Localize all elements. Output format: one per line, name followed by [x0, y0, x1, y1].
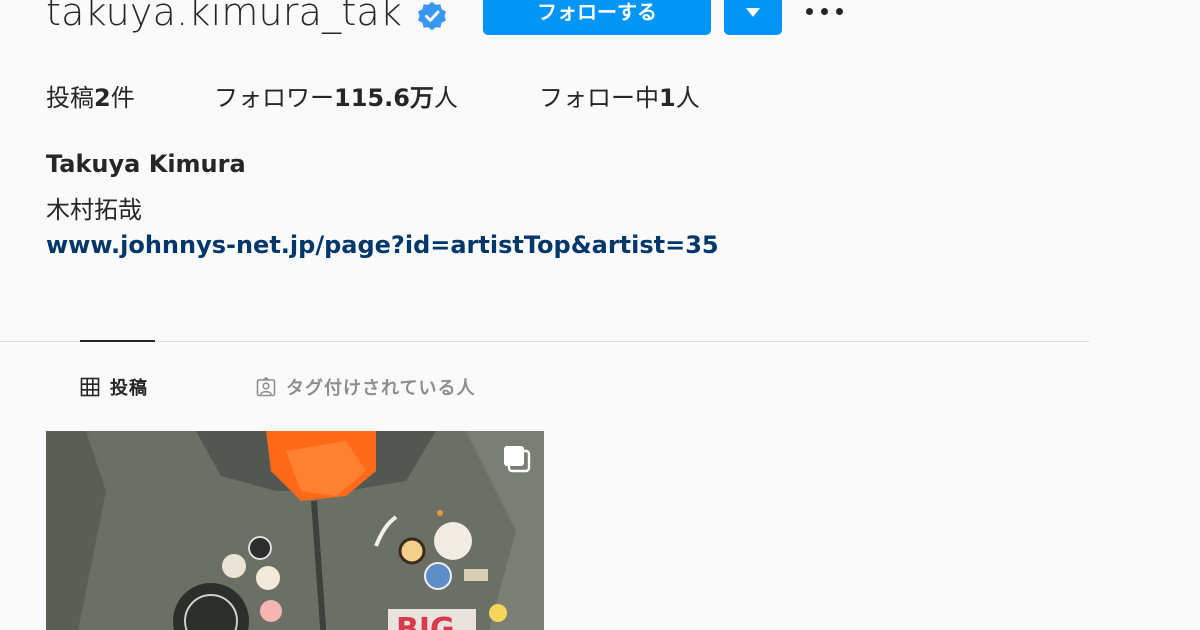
tab-posts-label: 投稿 [110, 378, 148, 399]
posts-count-suffix: 件 [110, 84, 135, 112]
suggested-dropdown-button[interactable] [724, 0, 782, 35]
multiple-images-icon [504, 446, 531, 473]
posts-count-stat[interactable]: 投稿2件 [46, 78, 135, 113]
followers-count-prefix: フォロワー [214, 84, 334, 112]
triangle-down-icon [746, 8, 760, 17]
tagged-user-icon [256, 377, 276, 397]
profile-page: takuya.kimura_tak フォローする 投稿2件 フォロワー115.6… [0, 0, 1200, 630]
tab-tagged[interactable]: タグ付けされている人 [256, 374, 475, 400]
following-count-value: 1 [659, 84, 676, 112]
full-name: Takuya Kimura [46, 150, 246, 178]
tab-tagged-label: タグ付けされている人 [286, 378, 476, 399]
post-thumbnail[interactable]: BIG [46, 431, 544, 630]
following-count-stat[interactable]: フォロー中1人 [539, 78, 700, 113]
following-count-prefix: フォロー中 [539, 84, 659, 112]
grid-icon [80, 377, 100, 397]
post-image: BIG [46, 431, 544, 630]
posts-count-value: 2 [94, 84, 111, 112]
verified-badge-icon [418, 1, 446, 31]
more-options-icon[interactable] [806, 6, 844, 18]
profile-link[interactable]: www.johnnys-net.jp/page?id=artistTop&art… [46, 231, 719, 259]
tab-posts[interactable]: 投稿 [80, 374, 148, 400]
tabs-divider [0, 341, 1089, 342]
followers-count-suffix: 人 [433, 84, 458, 112]
username: takuya.kimura_tak [46, 0, 403, 34]
follow-button[interactable]: フォローする [483, 0, 711, 35]
followers-count-value: 115.6万 [334, 84, 434, 112]
posts-count-prefix: 投稿 [46, 84, 94, 112]
bio-text: 木村拓哉 [46, 196, 142, 224]
svg-text:BIG: BIG [396, 612, 455, 630]
active-tab-indicator [80, 340, 155, 342]
followers-count-stat[interactable]: フォロワー115.6万人 [214, 78, 458, 113]
following-count-suffix: 人 [675, 84, 700, 112]
